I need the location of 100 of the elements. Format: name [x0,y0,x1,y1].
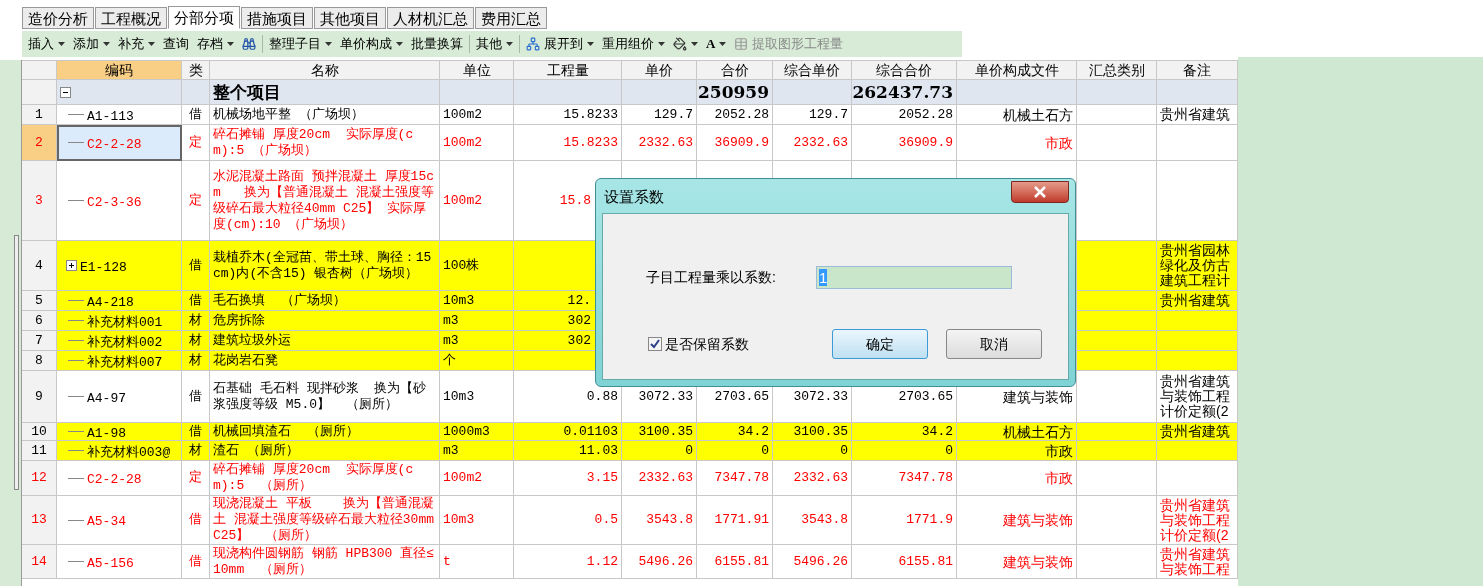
menu-button[interactable]: 存档 [193,33,238,55]
cell-text: 0.5 [594,512,618,528]
menu-button[interactable]: 其他 [472,33,517,55]
binoculars-icon [242,37,256,51]
row-number: 1 [22,105,57,125]
total-text: 250959 [698,84,769,100]
cell-text: 36909.9 [898,134,953,151]
cell-text: 2703.65 [714,388,769,405]
checkbox[interactable] [648,337,662,351]
code-text: A5-34 [87,514,126,530]
cell-text: 0 [840,442,848,459]
cell-text: m3 [443,312,459,329]
tree-line [68,200,84,201]
column-header[interactable]: 综合合价 [852,61,957,80]
font-color-button[interactable]: A [702,33,731,55]
dialog-button[interactable]: 确定 [832,329,928,359]
cell-text: 定 [189,192,202,209]
column-header[interactable]: 编码 [57,61,182,80]
cell-text: 现浇构件圆钢筋 钢筋 HPB300 直径≤10mm （厕所） [213,545,435,578]
column-header[interactable]: 名称 [210,61,440,80]
expand-icon[interactable] [66,260,77,271]
cell-text: 7347.78 [898,470,953,486]
collapse-icon[interactable] [60,86,71,98]
checkbox-label: 是否保留系数 [665,334,749,354]
cell-text: 材 [189,442,202,459]
cell-text: 建筑垃圾外运 [213,332,291,349]
cell-text: 建筑与装饰 [1003,553,1073,570]
tree-line [68,340,84,341]
cell-text: 1771.91 [714,512,769,528]
expand-button[interactable]: 展开到 [522,33,598,55]
tab[interactable]: 工程概况 [95,7,167,29]
caret-icon [396,42,403,46]
code-text: A1-113 [87,108,134,125]
cell-text: 贵州省建筑与装饰工程计价定额(2 [1160,374,1231,419]
cell-text: 借 [189,257,202,274]
row-number: 9 [22,371,57,423]
tab[interactable]: 造价分析 [22,7,94,29]
tab[interactable]: 措施项目 [241,7,313,29]
column-header[interactable]: 综合单价 [773,61,852,80]
cell-text: 100m2 [443,106,482,123]
column-header[interactable]: 类 [182,61,210,80]
tree-line [68,396,84,397]
cell-text: 栽植乔木(全冠苗、带土球、胸径：15cm)内(不含15) 银杏树（广场坝） [213,249,433,282]
cell-text: 碎石摊铺 厚度20cm 实际厚度(cm):5 （广场坝） [213,126,415,159]
cell-text: m3 [443,332,459,349]
tab[interactable]: 费用汇总 [475,7,547,29]
cell-text: 15.8233 [563,134,618,151]
cell-text: 现浇混凝土 平板 换为【普通混凝土 混凝土强度等级碎石最大粒径30mm C25】 （厕所） [213,496,435,544]
menu-button[interactable]: 单价构成 [336,33,407,55]
cell-text: 2052.28 [714,106,769,123]
cell-text: 3100.35 [793,423,848,440]
cell-text: m3 [443,442,459,459]
cell-text: 100m2 [443,470,482,486]
table-icon [734,37,749,51]
column-header[interactable]: 单位 [440,61,514,80]
cell-text: 0 [685,442,693,459]
toolbar-button[interactable]: 查询 [159,33,193,55]
dialog-button[interactable]: 取消 [946,329,1042,359]
cell-text: 定 [189,470,202,486]
caret-icon [587,42,594,46]
tree-line [68,320,84,321]
code-text: C2-2-28 [87,136,142,153]
column-header[interactable]: 汇总类别 [1077,61,1157,80]
cell-text: 贵州省建筑 [1160,293,1230,308]
column-header[interactable]: 工程量 [514,61,622,80]
network-icon [526,37,540,51]
cell-text: 水泥混凝土路面 预拌混凝土 厚度15cm 换为【普通混凝土 混凝土强度等级碎石最大粒径40mm C25】 实际厚度(cm):10 （广场坝） [213,168,435,233]
menu-button[interactable]: 添加 [69,33,114,55]
toolbar-button[interactable]: 批量换算 [407,33,467,55]
tab[interactable]: 分部分项 [168,6,240,29]
row-number: 5 [22,291,57,311]
row-number: 14 [22,545,57,579]
code-text: 补充材料001 [87,314,163,331]
menu-button[interactable]: 整理子目 [265,33,336,55]
tab[interactable]: 人材机汇总 [387,7,474,29]
cell-text: 机械土石方 [1003,106,1073,123]
caret-icon [103,42,110,46]
column-header[interactable]: 合价 [697,61,773,80]
row-number: 13 [22,496,57,545]
cell-text: 129.7 [809,106,848,123]
column-header[interactable]: 单价构成文件 [957,61,1077,80]
tree-line [68,561,84,562]
close-button[interactable] [1011,181,1069,203]
check-icon [650,339,660,349]
menu-button[interactable]: 补充 [114,33,159,55]
cell-text: 借 [189,106,202,123]
column-header[interactable]: 备注 [1157,61,1238,80]
caret-icon [719,42,727,46]
menu-button[interactable]: 重用组价 [598,33,669,55]
cell-text: 10m3 [443,388,475,405]
column-header[interactable]: 单价 [622,61,697,80]
code-text: A4-218 [87,294,134,311]
menu-button[interactable]: 插入 [24,33,69,55]
code-text: A4-97 [87,390,126,407]
cell-text: 34.2 [921,423,953,440]
cell-text: 100m2 [443,192,482,209]
tab[interactable]: 其他项目 [314,7,386,29]
code-text: C2-2-28 [87,472,142,488]
row-number: 4 [22,241,57,291]
cell-text: 3100.35 [638,423,693,440]
